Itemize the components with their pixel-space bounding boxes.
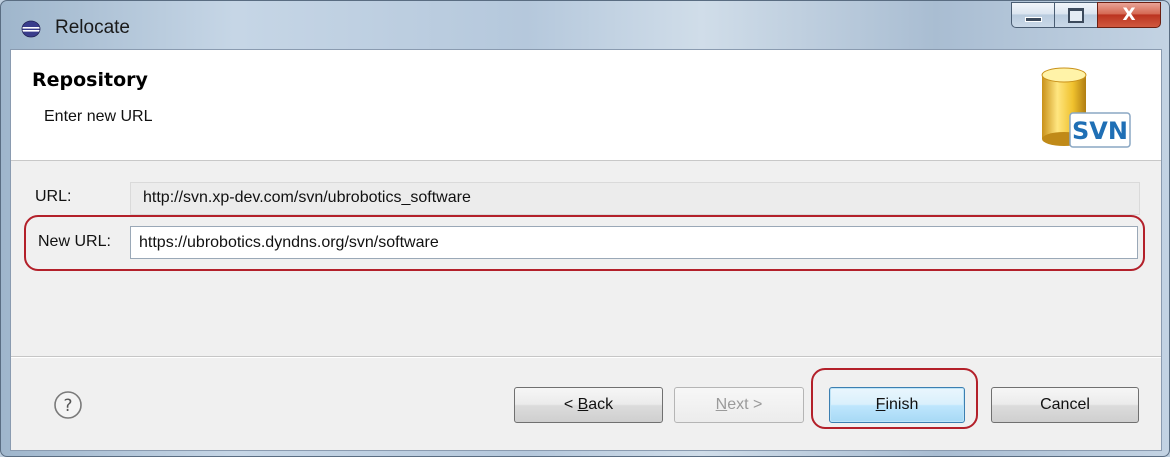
dialog-client-area: Repository Enter new URL SVN URL: http:/… xyxy=(10,49,1162,451)
next-label-rest: ext > xyxy=(727,396,763,413)
finish-button[interactable]: Finish xyxy=(829,387,965,423)
new-url-label: New URL: xyxy=(38,233,111,250)
maximize-button[interactable] xyxy=(1054,2,1097,28)
page-description: Enter new URL xyxy=(44,108,153,125)
maximize-icon xyxy=(1068,8,1084,23)
cancel-button[interactable]: Cancel xyxy=(991,387,1139,423)
close-button[interactable]: X xyxy=(1097,2,1161,28)
help-glyph: ? xyxy=(63,396,72,416)
relocate-dialog-window: Relocate X Repository Enter new URL SVN … xyxy=(0,0,1170,457)
help-icon[interactable]: ? xyxy=(53,390,83,420)
finish-mnemonic: F xyxy=(875,396,886,413)
wizard-header: Repository Enter new URL SVN xyxy=(11,50,1161,161)
title-bar[interactable]: Relocate X xyxy=(1,1,1169,49)
back-label-rest: ack xyxy=(588,396,614,413)
back-mnemonic: B xyxy=(577,396,589,413)
close-icon: X xyxy=(1122,5,1136,25)
footer-separator-highlight xyxy=(11,357,1161,358)
back-button[interactable]: < Back xyxy=(514,387,663,423)
url-label: URL: xyxy=(35,188,72,205)
new-url-input[interactable] xyxy=(130,226,1138,259)
finish-label-rest: inish xyxy=(885,396,919,413)
current-url-value: http://svn.xp-dev.com/svn/ubrobotics_sof… xyxy=(143,189,471,206)
caption-buttons: X xyxy=(1011,2,1161,28)
minimize-icon xyxy=(1025,17,1042,22)
current-url-field: http://svn.xp-dev.com/svn/ubrobotics_sof… xyxy=(130,182,1140,215)
next-button[interactable]: Next > xyxy=(674,387,804,423)
eclipse-icon xyxy=(21,20,41,38)
svn-repository-icon: SVN xyxy=(1041,67,1131,148)
svn-logo-text: SVN xyxy=(1072,117,1128,145)
next-mnemonic: N xyxy=(715,396,728,413)
back-prefix: < xyxy=(563,396,578,413)
minimize-button[interactable] xyxy=(1011,2,1054,28)
page-title: Repository xyxy=(32,69,148,91)
window-title: Relocate xyxy=(55,17,130,38)
